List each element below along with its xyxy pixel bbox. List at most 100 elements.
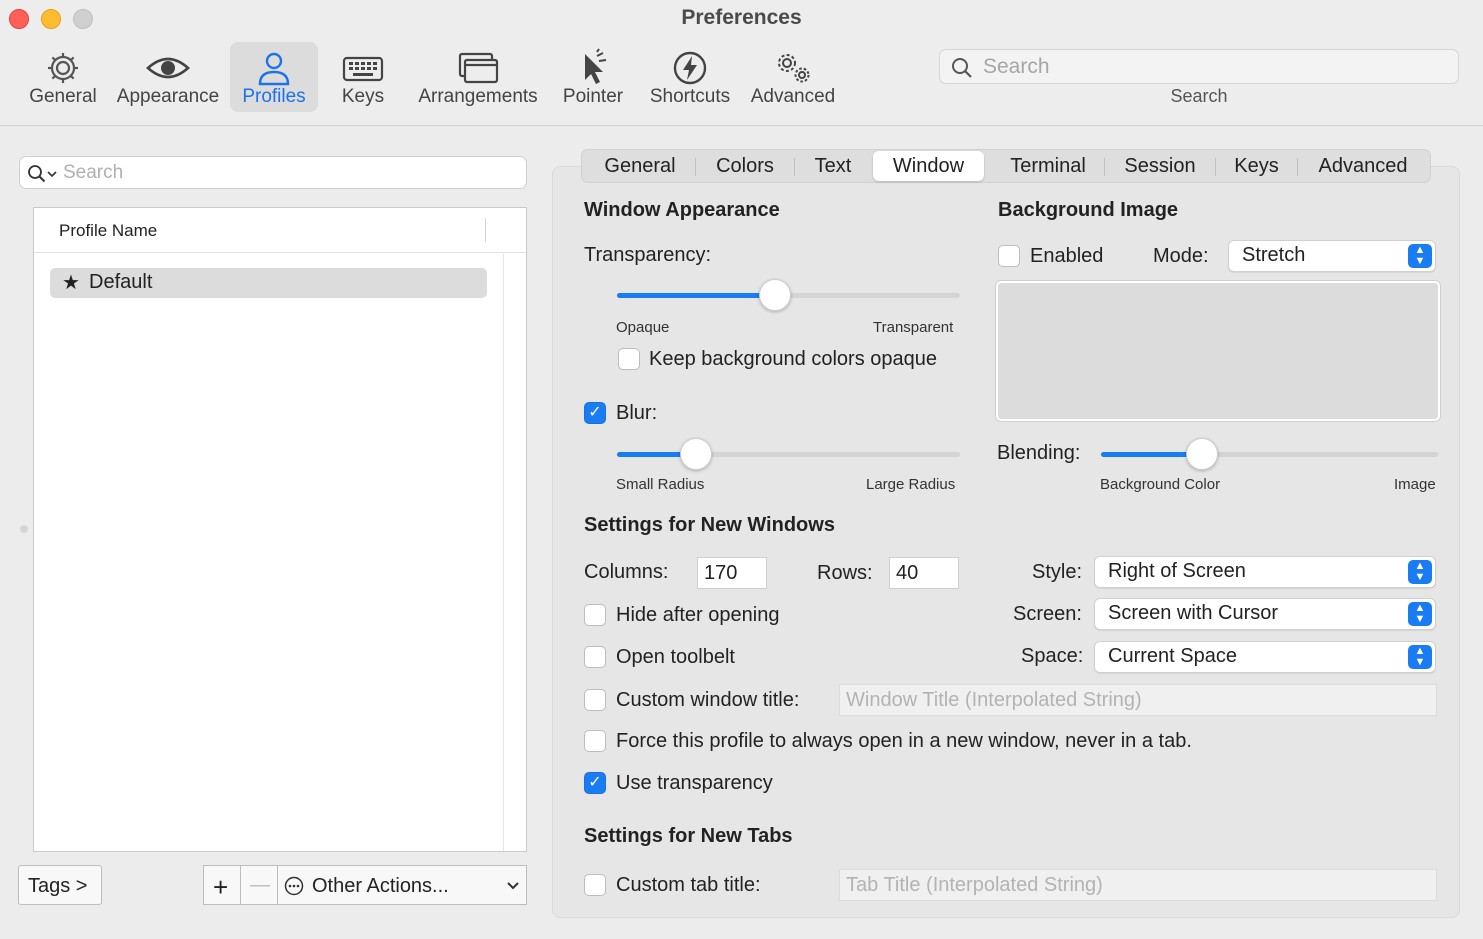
toolbar-general-label: General <box>29 86 97 107</box>
split-view-handle[interactable] <box>20 525 28 533</box>
toolbar-advanced[interactable]: Advanced <box>748 42 838 112</box>
windows-icon <box>458 52 499 84</box>
toolbar-shortcuts-label: Shortcuts <box>649 86 731 107</box>
keep-opaque-checkbox[interactable] <box>618 348 640 370</box>
profile-list-scrollbar[interactable] <box>503 254 504 851</box>
blur-label: Blur: <box>616 402 658 424</box>
remove-profile-button[interactable]: — <box>240 865 278 905</box>
updown-chevron-icon: ▲ ▼ <box>1408 244 1432 268</box>
toolbar-shortcuts[interactable]: Shortcuts <box>644 42 736 112</box>
profile-search-input[interactable]: Search <box>19 156 527 189</box>
profile-tabs: General Colors Text Window Terminal Sess… <box>581 149 1431 183</box>
transparency-min-label: Opaque <box>616 319 670 336</box>
tab-window[interactable]: Window <box>873 151 984 181</box>
other-actions-label: Other Actions... <box>312 875 449 897</box>
profile-row-default[interactable]: ★ Default <box>50 268 487 298</box>
open-toolbelt-checkbox[interactable] <box>584 646 606 668</box>
toolbar-keys-label: Keys <box>341 86 385 107</box>
toolbar-profiles-label: Profiles <box>242 86 306 107</box>
tab-general[interactable]: General <box>590 150 690 182</box>
rows-value: 40 <box>896 562 919 584</box>
background-enabled-checkbox[interactable] <box>998 245 1020 267</box>
toolbar-general[interactable]: General <box>24 42 102 112</box>
window-title-field[interactable]: Window Title (Interpolated String) <box>839 684 1437 716</box>
toolbar: Preferences General Appearance Profiles … <box>0 0 1483 126</box>
tab-text[interactable]: Text <box>800 150 866 182</box>
window-title-placeholder: Window Title (Interpolated String) <box>846 689 1142 711</box>
search-icon <box>28 165 57 183</box>
slider-fill <box>617 293 775 298</box>
screen-popup[interactable]: Screen with Cursor ▲ ▼ <box>1094 598 1436 630</box>
space-label: Space: <box>1021 645 1084 667</box>
toolbar-advanced-label: Advanced <box>750 86 836 107</box>
keyboard-icon <box>342 56 384 82</box>
blending-label: Blending: <box>997 442 1081 464</box>
tab-colors[interactable]: Colors <box>700 150 790 182</box>
toolbar-appearance[interactable]: Appearance <box>116 42 220 112</box>
profile-list-header[interactable]: Profile Name <box>34 208 526 253</box>
slider-knob[interactable] <box>1186 438 1219 470</box>
style-value: Right of Screen <box>1108 560 1246 582</box>
toolbar-keys[interactable]: Keys <box>330 42 396 112</box>
slider-knob[interactable] <box>679 438 712 470</box>
space-value: Current Space <box>1108 645 1237 667</box>
tab-separator <box>1215 158 1216 176</box>
open-toolbelt-label: Open toolbelt <box>616 646 735 668</box>
minus-icon: — <box>250 874 270 896</box>
custom-window-title-checkbox[interactable] <box>584 689 606 711</box>
toolbar-arrangements-label: Arrangements <box>418 86 538 107</box>
toolbar-pointer[interactable]: Pointer <box>558 42 628 112</box>
tab-advanced[interactable]: Advanced <box>1302 150 1424 182</box>
tab-separator <box>1104 158 1105 176</box>
tab-terminal[interactable]: Terminal <box>992 150 1104 182</box>
blur-min-label: Small Radius <box>616 476 705 493</box>
other-actions-menu[interactable]: Other Actions... <box>277 865 527 905</box>
toolbar-search-placeholder: Search <box>983 55 1050 78</box>
hide-after-opening-checkbox[interactable] <box>584 604 606 626</box>
toolbar-search-field[interactable]: Search <box>939 49 1459 84</box>
add-profile-button[interactable]: + <box>203 865 241 905</box>
profile-search-placeholder: Search <box>63 162 124 183</box>
toolbar-appearance-label: Appearance <box>116 86 220 107</box>
force-new-window-checkbox[interactable] <box>584 730 606 752</box>
style-label: Style: <box>1032 561 1083 583</box>
use-transparency-label: Use transparency <box>616 772 773 794</box>
blur-checkbox[interactable]: ✓ <box>584 402 606 424</box>
custom-tab-title-checkbox[interactable] <box>584 874 606 896</box>
tab-separator <box>794 158 795 176</box>
updown-chevron-icon: ▲ ▼ <box>1408 602 1432 626</box>
screen-value: Screen with Cursor <box>1108 602 1279 624</box>
background-image-well[interactable] <box>996 281 1440 421</box>
toolbar-arrangements[interactable]: Arrangements <box>414 42 542 112</box>
tags-button[interactable]: Tags > <box>18 865 102 905</box>
updown-chevron-icon: ▲ ▼ <box>1408 645 1432 669</box>
force-new-window-label: Force this profile to always open in a n… <box>616 730 1192 752</box>
rows-field[interactable]: 40 <box>889 557 959 589</box>
new-tabs-heading: Settings for New Tabs <box>584 825 793 847</box>
columns-value: 170 <box>704 562 738 584</box>
style-popup[interactable]: Right of Screen ▲ ▼ <box>1094 556 1436 588</box>
use-transparency-checkbox[interactable]: ✓ <box>584 772 606 794</box>
search-icon <box>952 58 972 78</box>
slider-knob[interactable] <box>758 279 791 311</box>
tab-keys[interactable]: Keys <box>1220 150 1293 182</box>
columns-field[interactable]: 170 <box>697 557 767 589</box>
space-popup[interactable]: Current Space ▲ ▼ <box>1094 641 1436 673</box>
toolbar-profiles[interactable]: Profiles <box>230 42 318 112</box>
new-windows-heading: Settings for New Windows <box>584 514 835 536</box>
window-appearance-heading: Window Appearance <box>584 199 780 221</box>
blending-max-label: Image <box>1394 476 1436 493</box>
toolbar-pointer-label: Pointer <box>562 86 624 107</box>
transparency-max-label: Transparent <box>873 319 954 336</box>
background-image-heading: Background Image <box>998 199 1179 221</box>
profile-list: Profile Name ★ Default <box>33 207 527 852</box>
chevron-down-icon <box>507 882 519 890</box>
transparency-label: Transparency: <box>584 244 712 266</box>
tab-session[interactable]: Session <box>1110 150 1210 182</box>
keep-opaque-label: Keep background colors opaque <box>649 348 937 370</box>
mode-popup[interactable]: Stretch ▲ ▼ <box>1228 240 1436 272</box>
tab-title-field[interactable]: Tab Title (Interpolated String) <box>839 869 1437 901</box>
screen-label: Screen: <box>1013 603 1082 625</box>
toolbar-search-label: Search <box>1170 86 1228 106</box>
mode-value: Stretch <box>1242 244 1306 266</box>
